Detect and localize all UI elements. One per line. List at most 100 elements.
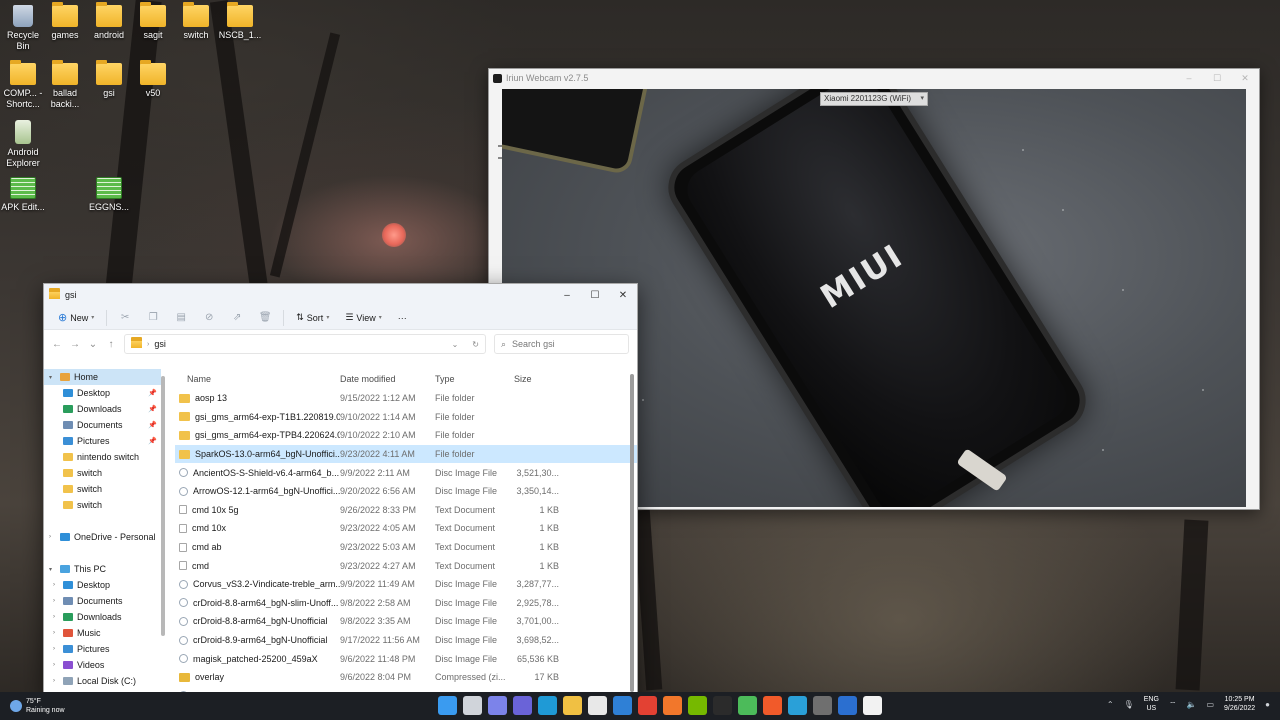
search-icon[interactable]	[463, 696, 482, 715]
file-row[interactable]: gsi_gms_arm64-exp-TPB4.220624.0... 9/10/2…	[175, 426, 637, 445]
sort-button[interactable]: ⇅ Sort ▾	[292, 310, 333, 325]
battery-icon[interactable]: ▭	[1206, 700, 1214, 709]
file-row[interactable]: crDroid-8.9-arm64_bgN-Unofficial 9/17/202…	[175, 631, 637, 650]
cut-icon[interactable]: ✂	[115, 312, 135, 323]
nav-item[interactable]: ▾ This PC	[44, 561, 161, 577]
nav-item[interactable]: switch	[44, 481, 161, 497]
nav-item[interactable]: ▾ Home	[44, 369, 161, 385]
desktop-icon-item[interactable]: android	[86, 2, 132, 41]
breadcrumb-location[interactable]: gsi	[154, 339, 166, 349]
nav-item[interactable]: › Documents	[44, 593, 161, 609]
file-row[interactable]: crDroid-8.8-arm64_bgN-slim-Unoff... 9/8/2…	[175, 594, 637, 613]
file-row[interactable]: cmd 9/23/2022 4:27 AM Text Document 1 KB	[175, 556, 637, 575]
desktop-icon-item[interactable]: sagit	[130, 2, 176, 41]
chat-icon[interactable]	[513, 696, 532, 715]
file-row[interactable]: Corvus_vS3.2-Vindicate-treble_arm... 9/9/…	[175, 575, 637, 594]
desktop-icon-item[interactable]: APK Edit...	[0, 177, 46, 213]
mail-icon[interactable]	[613, 696, 632, 715]
forward-arrow-icon[interactable]: →	[70, 339, 80, 350]
expand-chevron-icon[interactable]: ›	[53, 662, 55, 668]
file-explorer-window[interactable]: gsi – ☐ ✕ ⊕ New ▾ ✂ ❐ ▤ ⊘ ⇗ 🗑 ⇅ Sort ▾ ☰…	[43, 283, 638, 695]
iriun-webcam-icon[interactable]	[863, 696, 882, 715]
chevron-up-icon[interactable]: ⌃	[1107, 700, 1114, 709]
file-row[interactable]: cmd 10x 5g 9/26/2022 8:33 PM Text Document…	[175, 501, 637, 520]
column-header-type[interactable]: Type	[435, 374, 514, 384]
chrome-icon[interactable]	[638, 696, 657, 715]
nav-item[interactable]: switch	[44, 465, 161, 481]
desktop-icon-item[interactable]: v50	[130, 60, 176, 99]
file-row[interactable]: cmd 10x 9/23/2022 4:05 AM Text Document 1 K…	[175, 519, 637, 538]
nav-item[interactable]: nintendo switch	[44, 449, 161, 465]
column-header-name[interactable]: Name	[175, 374, 340, 384]
minimize-button[interactable]: –	[1175, 73, 1203, 84]
navigation-scrollbar[interactable]	[161, 376, 165, 636]
search-box[interactable]: ⌕ Search gsi	[494, 334, 629, 354]
language-indicator[interactable]: ENG US	[1144, 695, 1159, 713]
rename-icon[interactable]: ⊘	[199, 312, 219, 323]
globe-icon[interactable]	[788, 696, 807, 715]
maximize-button[interactable]: ☐	[581, 290, 609, 301]
column-header-date[interactable]: Date modified	[340, 374, 435, 384]
expand-chevron-icon[interactable]: ›	[53, 614, 55, 620]
share-icon[interactable]: ⇗	[227, 312, 247, 323]
file-row[interactable]: cmd ab 9/23/2022 5:03 AM Text Document 1 KB	[175, 538, 637, 557]
desktop-icon-item[interactable]: games	[42, 2, 88, 41]
copy-icon[interactable]: ❐	[143, 312, 163, 323]
maximize-button[interactable]: ☐	[1203, 73, 1231, 84]
scrcpy-icon[interactable]	[838, 696, 857, 715]
file-row[interactable]: overlay 9/6/2022 8:04 PM Compressed (zi...…	[175, 668, 637, 687]
expand-chevron-icon[interactable]: ▾	[49, 374, 52, 381]
nav-item[interactable]: Documents 📌	[44, 417, 161, 433]
file-row[interactable]: magisk_patched-25200_459aX 9/6/2022 11:48…	[175, 649, 637, 668]
nvidia-icon[interactable]	[688, 696, 707, 715]
brave-icon[interactable]	[763, 696, 782, 715]
nav-item[interactable]: › Local Disk (C:)	[44, 673, 161, 689]
nav-item[interactable]: switch	[44, 497, 161, 513]
desktop-icon-item[interactable]: ballad backi...	[42, 60, 88, 110]
webcam-title-bar[interactable]: Iriun Webcam v2.7.5 – ☐ ✕	[489, 69, 1259, 87]
desktop-icon-item[interactable]: COMP... - Shortc...	[0, 60, 46, 110]
desktop-icon-item[interactable]: NSCB_1...	[217, 2, 263, 41]
nav-item[interactable]: › Music	[44, 625, 161, 641]
notifications-icon[interactable]: ●	[1265, 700, 1270, 709]
firefox-icon[interactable]	[663, 696, 682, 715]
desktop-icon-item[interactable]: switch	[173, 2, 219, 41]
back-arrow-icon[interactable]: ←	[52, 339, 62, 350]
download-manager-icon[interactable]	[738, 696, 757, 715]
explorer-title-bar[interactable]: gsi – ☐ ✕	[44, 284, 637, 306]
nav-item[interactable]: › Pictures	[44, 641, 161, 657]
nav-item[interactable]: › OneDrive - Personal	[44, 529, 161, 545]
microphone-icon[interactable]: 🎙	[1124, 700, 1134, 709]
nav-item[interactable]: Pictures 📌	[44, 433, 161, 449]
clock[interactable]: 10:25 PM 9/26/2022	[1224, 695, 1255, 713]
device-select[interactable]: Xiaomi 2201123G (WiFi) ▾	[820, 92, 928, 106]
settings-icon[interactable]	[813, 696, 832, 715]
more-options-button[interactable]: ···	[394, 311, 411, 325]
address-bar[interactable]: › gsi ⌄ ↻	[124, 334, 486, 354]
expand-chevron-icon[interactable]: ›	[53, 582, 55, 588]
expand-chevron-icon[interactable]: ›	[53, 646, 55, 652]
file-row[interactable]: gsi_gms_arm64-exp-T1B1.220819.0... 9/10/2…	[175, 408, 637, 427]
expand-chevron-icon[interactable]: ›	[53, 630, 55, 636]
up-arrow-icon[interactable]: ↑	[106, 339, 116, 350]
nav-item[interactable]: Downloads 📌	[44, 401, 161, 417]
column-header-size[interactable]: Size	[514, 374, 562, 384]
file-row[interactable]: crDroid-8.8-arm64_bgN-Unofficial 9/8/2022…	[175, 612, 637, 631]
store-icon[interactable]	[588, 696, 607, 715]
close-button[interactable]: ✕	[1231, 73, 1259, 84]
nav-item[interactable]: › Videos	[44, 657, 161, 673]
file-list-scrollbar[interactable]	[630, 374, 634, 692]
close-button[interactable]: ✕	[609, 290, 637, 301]
expand-chevron-icon[interactable]: ›	[53, 678, 55, 684]
recent-locations-icon[interactable]: ⌄	[88, 339, 98, 350]
file-row[interactable]: SparkOS-13.0-arm64_bgN-Unoffici... 9/23/2…	[175, 444, 637, 464]
delete-icon[interactable]: 🗑	[255, 312, 275, 323]
expand-chevron-icon[interactable]: ›	[49, 534, 51, 540]
terminal-icon[interactable]	[713, 696, 732, 715]
nav-item[interactable]: › Downloads	[44, 609, 161, 625]
desktop-icon-item[interactable]: Android Explorer	[0, 120, 46, 169]
wifi-icon[interactable]: ⌔	[1169, 700, 1177, 709]
file-row[interactable]: AncientOS-S-Shield-v6.4-arm64_b... 9/9/20…	[175, 463, 637, 482]
desktop-icon-item[interactable]: Recycle Bin	[0, 5, 46, 52]
new-button[interactable]: ⊕ New ▾	[54, 309, 98, 326]
